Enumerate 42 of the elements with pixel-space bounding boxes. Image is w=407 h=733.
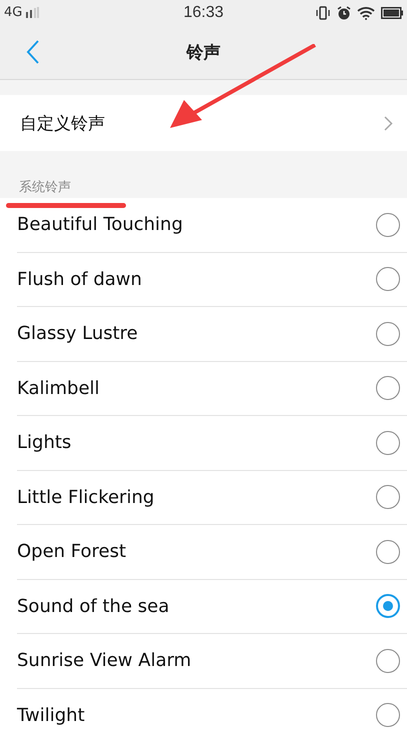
section-title: 系统铃声 [19,179,71,196]
ringtone-item[interactable]: Glassy Lustre [17,307,407,362]
ringtone-name: Sunrise View Alarm [17,650,192,672]
back-icon [26,39,40,65]
ringtone-name: Sound of the sea [17,596,170,617]
radio-button[interactable] [376,322,400,346]
ringtone-name: Kalimbell [17,378,100,399]
radio-button[interactable] [376,594,400,618]
ringtone-item[interactable]: Open Forest [17,525,407,580]
wifi-icon [356,6,375,20]
ringtone-name: Little Flickering [17,486,154,508]
vibrate-icon [314,6,331,20]
chevron-icon [384,116,393,130]
radio-button[interactable] [376,430,400,455]
ringtone-name: Flush of dawn [17,268,142,290]
ringtone-name: Lights [17,432,72,454]
network-label: 4G [4,5,22,20]
ringtone-name: Glassy Lustre [17,323,138,344]
radio-button[interactable] [376,212,400,237]
status-time: 16:33 [183,4,224,22]
battery-icon [380,6,403,18]
ringtone-item[interactable]: Flush of dawn [17,252,407,307]
ringtone-name: Open Forest [17,541,126,562]
ringtone-item[interactable]: Lights [17,416,407,470]
radio-button[interactable] [376,376,400,400]
ringtone-name: Beautiful Touching [17,214,183,236]
ringtone-item[interactable]: Sound of the sea [17,580,407,634]
custom-ringtone-item[interactable]: 自定义铃声 [0,95,407,151]
ringtone-item[interactable]: Sunrise View Alarm [17,634,407,688]
page-title: 铃声 [186,42,220,64]
radio-button[interactable] [376,540,400,564]
ringtone-item[interactable]: Little Flickering [17,470,407,525]
ringtone-item[interactable]: Twilight [17,688,407,733]
radio-button[interactable] [376,267,400,292]
ringtone-name: Twilight [17,704,85,726]
radio-button[interactable] [376,648,400,673]
signal-icon [25,7,40,18]
alarm-icon [336,6,351,20]
radio-button[interactable] [376,703,400,728]
radio-button[interactable] [376,485,400,510]
ringtone-item[interactable]: Kalimbell [17,362,407,416]
custom-ringtone-label: 自定义铃声 [20,112,105,134]
